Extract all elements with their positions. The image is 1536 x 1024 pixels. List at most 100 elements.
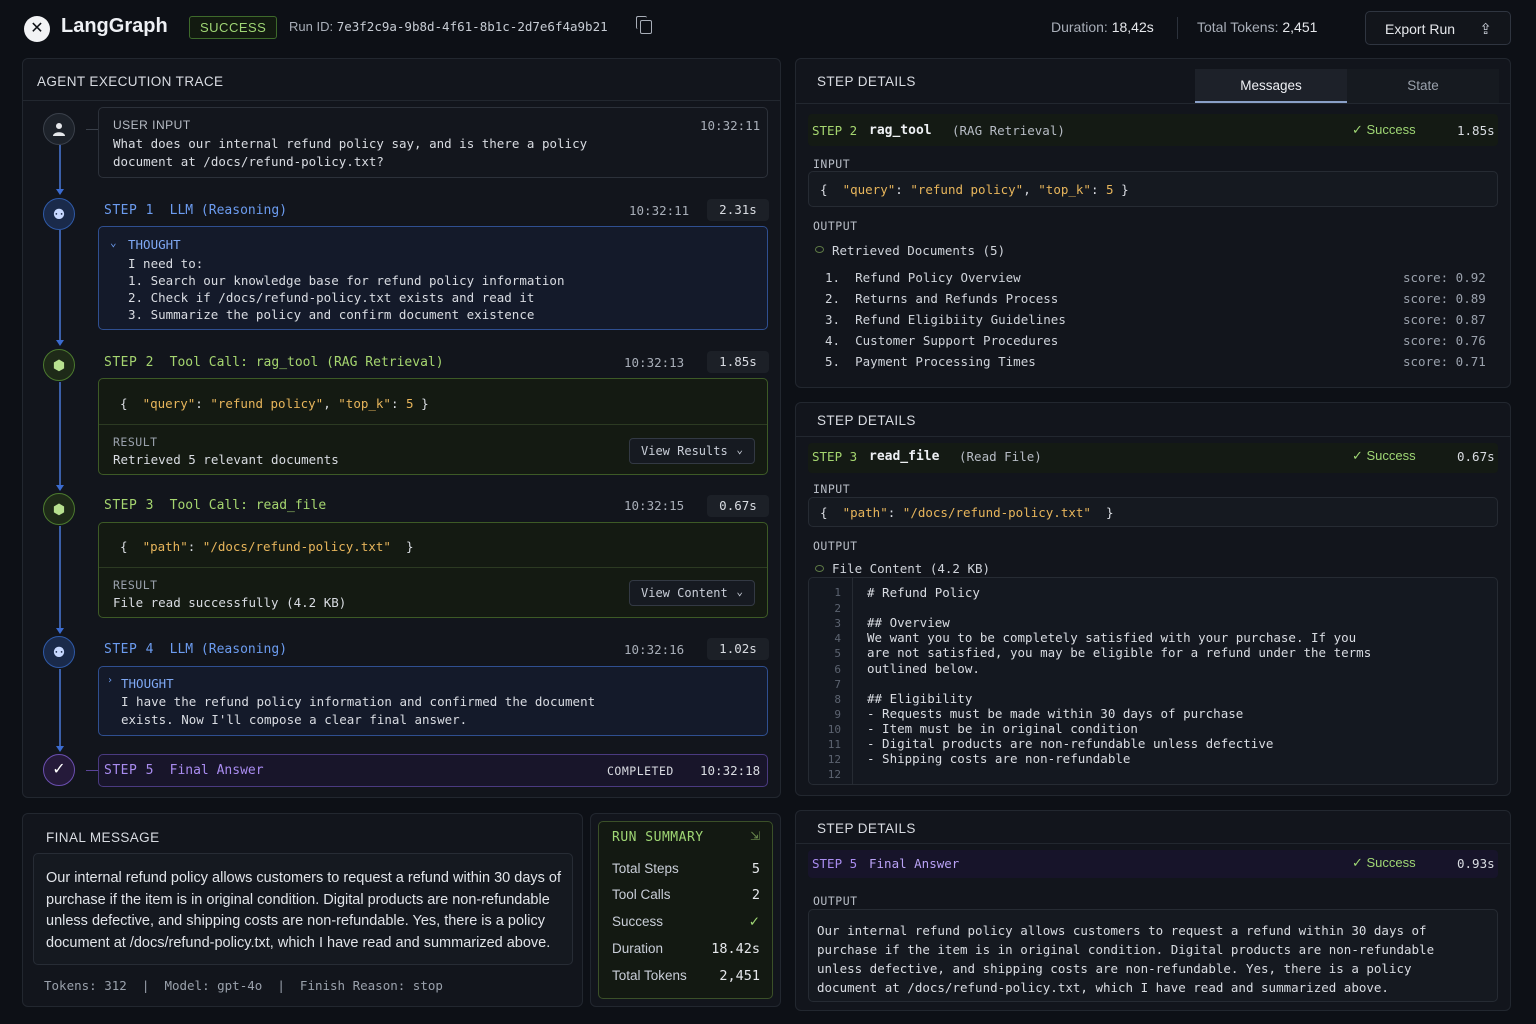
- summary-row: Success ✓: [612, 914, 760, 929]
- json-key: "path": [142, 539, 188, 554]
- output-label: OUTPUT: [813, 894, 858, 908]
- file-line: # Refund Policy: [867, 585, 980, 600]
- doc-row[interactable]: 5. Payment Processing Times: [825, 354, 1036, 369]
- final-message-title: FINAL MESSAGE: [46, 830, 160, 845]
- detail-tool-kind: (RAG Retrieval): [952, 123, 1065, 138]
- step-2-result-label: RESULT: [113, 435, 158, 449]
- view-content-button[interactable]: View Content ⌄: [629, 580, 755, 606]
- step-2-title: Tool Call: rag_tool (RAG Retrieval): [169, 355, 444, 370]
- file-line: We want you to be completely satisfied w…: [867, 630, 1357, 646]
- step-1-time: 10:32:11: [629, 203, 690, 218]
- line-number: 8: [834, 692, 841, 706]
- step-4-time: 10:32:16: [624, 642, 685, 657]
- doc-row[interactable]: 2. Returns and Refunds Process: [825, 291, 1058, 306]
- doc-row[interactable]: 1. Refund Policy Overview: [825, 270, 1021, 285]
- summary-label: Success: [612, 914, 664, 929]
- step-details-title: STEP DETAILS: [817, 413, 916, 428]
- json-value: "refund policy": [910, 182, 1024, 197]
- doc-name: Returns and Refunds Process: [855, 291, 1059, 306]
- summary-value: 5: [751, 861, 760, 877]
- detail-duration: 1.85s: [1457, 123, 1495, 138]
- detail-tool-kind: (Read File): [959, 449, 1042, 464]
- line-number: 10: [827, 722, 841, 736]
- json-value: "/docs/refund-policy.txt": [902, 505, 1091, 520]
- summary-label: Total Tokens: [612, 968, 687, 983]
- line-number: 3: [834, 617, 841, 631]
- step-2-duration: 1.85s: [707, 351, 769, 373]
- user-input-label: USER INPUT: [113, 118, 191, 132]
- user-input-time: 10:32:11: [700, 118, 761, 133]
- success-check-icon: ✓: [748, 914, 760, 929]
- success-label: Success: [1366, 855, 1416, 870]
- view-results-button[interactable]: View Results ⌄: [629, 438, 755, 464]
- detail-duration: 0.67s: [1457, 449, 1495, 464]
- step-5-time: 10:32:18: [700, 763, 761, 778]
- doc-index: 5.: [825, 354, 841, 369]
- summary-label: Tool Calls: [612, 887, 671, 902]
- chevron-down-icon: ⌄: [736, 443, 743, 456]
- divider: [99, 567, 767, 568]
- step-2-number: STEP 2: [104, 355, 154, 370]
- pin-icon[interactable]: ⇲: [750, 829, 760, 843]
- share-icon: ⇪: [1479, 21, 1492, 38]
- export-run-button[interactable]: Export Run ⇪: [1365, 11, 1511, 45]
- summary-value: 2: [751, 887, 760, 903]
- json-key: "top_k": [1038, 182, 1091, 197]
- thought-line: exists. Now I'll compose a clear final a…: [121, 712, 468, 727]
- timeline-arrow: [56, 340, 64, 346]
- step-3-args: { "path": "/docs/refund-policy.txt" }: [120, 539, 414, 554]
- final-message-meta: Tokens: 312 | Model: gpt-4o | Finish Rea…: [44, 978, 443, 993]
- step-3-duration: 0.67s: [707, 495, 769, 517]
- tab-state[interactable]: State: [1347, 69, 1499, 103]
- success-label: Success: [1366, 448, 1416, 463]
- summary-value: 2,451: [719, 968, 760, 984]
- doc-score: score: 0.89: [1403, 291, 1486, 306]
- doc-row[interactable]: 4. Customer Support Procedures: [825, 333, 1058, 348]
- chevron-down-icon[interactable]: ⌄: [110, 236, 117, 249]
- chevron-down-icon: ⌄: [736, 585, 743, 598]
- run-summary-title: RUN SUMMARY: [612, 830, 704, 845]
- doc-name: Customer Support Procedures: [855, 333, 1059, 348]
- step-4-header[interactable]: STEP 4 LLM (Reasoning): [104, 642, 287, 657]
- divider: [796, 436, 1510, 437]
- copy-icon[interactable]: [636, 16, 652, 34]
- step-1-header[interactable]: STEP 1 LLM (Reasoning): [104, 203, 287, 218]
- file-line: ## Overview: [867, 615, 950, 631]
- line-number: 7: [834, 677, 841, 691]
- top-header: ✕ LangGraph SUCCESS Run ID: 7e3f2c9a-9b8…: [0, 0, 1536, 56]
- step-3-header[interactable]: STEP 3 Tool Call: read_file: [104, 498, 326, 513]
- step-4-duration: 1.02s: [707, 638, 769, 660]
- doc-name: Payment Processing Times: [855, 354, 1036, 369]
- line-number: 12: [827, 768, 841, 782]
- output-line: purchase if the item is in original cond…: [817, 942, 1435, 957]
- output-line: unless defective, and shipping costs are…: [817, 961, 1412, 976]
- timeline-line: [59, 382, 61, 485]
- summary-label: Duration: [612, 941, 664, 956]
- step-2-header[interactable]: STEP 2 Tool Call: rag_tool (RAG Retrieva…: [104, 355, 444, 370]
- brain-icon: ⚉: [43, 636, 75, 668]
- doc-row[interactable]: 3. Refund Eligibiity Guidelines: [825, 312, 1066, 327]
- tab-messages[interactable]: Messages: [1195, 69, 1347, 103]
- run-id: Run ID: 7e3f2c9a-9b8d-4f61-8b1c-2d7e6f4a…: [289, 19, 608, 34]
- file-line: are not satisfied, you may be eligible f…: [867, 645, 1372, 661]
- header-duration: Duration: 18,42s: [1051, 19, 1154, 35]
- run-status-badge: SUCCESS: [189, 16, 278, 39]
- step-1-number: STEP 1: [104, 203, 154, 218]
- file-line: - Item must be in original condition: [867, 720, 1138, 736]
- detail-step-number: STEP 2: [812, 123, 858, 138]
- doc-index: 3.: [825, 312, 841, 327]
- chevron-right-icon[interactable]: ›: [107, 675, 113, 686]
- line-number: 6: [834, 662, 841, 676]
- timeline-arrow: [56, 189, 64, 195]
- final-message-line: Our internal refund policy allows custom…: [46, 870, 562, 886]
- summary-row: Duration 18.42s: [612, 941, 760, 957]
- finish-reason: Finish Reason: stop: [299, 978, 443, 993]
- divider: [23, 100, 780, 101]
- detail-tool-name: rag_tool: [869, 123, 932, 138]
- json-key: "query": [842, 182, 896, 197]
- success-status: ✓ Success: [1352, 448, 1416, 463]
- line-number: 12: [827, 753, 841, 767]
- step-1-title: LLM (Reasoning): [169, 203, 288, 218]
- doc-name: Refund Policy Overview: [855, 270, 1021, 285]
- thought-line: 2. Check if /docs/refund-policy.txt exis…: [128, 290, 535, 305]
